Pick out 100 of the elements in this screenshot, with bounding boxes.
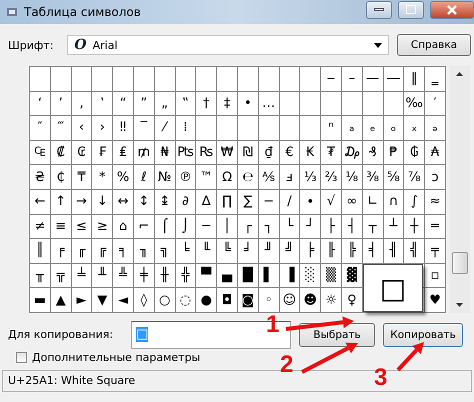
character-cell[interactable]: [300, 116, 322, 141]
character-cell[interactable]: ╗: [154, 239, 176, 264]
character-cell[interactable]: [362, 92, 384, 116]
character-cell[interactable]: [342, 92, 363, 116]
character-cell[interactable]: └: [280, 214, 300, 240]
character-cell[interactable]: ╥: [30, 264, 51, 288]
character-cell[interactable]: ‖: [404, 67, 426, 92]
character-cell[interactable]: ‾: [134, 116, 155, 141]
character-cell[interactable]: [154, 67, 176, 92]
character-cell[interactable]: ₦: [154, 140, 176, 166]
character-cell[interactable]: „: [154, 92, 176, 116]
character-cell[interactable]: [258, 67, 280, 92]
character-cell[interactable]: ‘: [30, 92, 51, 116]
character-cell[interactable]: ℗: [176, 165, 196, 190]
character-cell[interactable]: ⁞: [176, 116, 196, 141]
character-cell[interactable]: ₔ: [425, 116, 446, 141]
character-cell[interactable]: ╫: [154, 264, 176, 288]
character-cell[interactable]: [321, 92, 342, 116]
character-cell[interactable]: ←: [30, 190, 51, 215]
character-cell[interactable]: ⅜: [362, 165, 384, 190]
character-cell[interactable]: [280, 92, 300, 116]
character-cell[interactable]: [384, 92, 404, 116]
character-cell[interactable]: ⅞: [404, 165, 426, 190]
scroll-thumb[interactable]: [452, 252, 468, 274]
character-cell[interactable]: “: [113, 92, 134, 116]
character-cell[interactable]: ₧: [176, 140, 196, 166]
character-cell[interactable]: %: [113, 165, 134, 190]
character-cell[interactable]: ╧: [72, 264, 92, 288]
character-cell[interactable]: [217, 116, 238, 141]
character-cell[interactable]: ≡: [50, 214, 72, 240]
character-cell[interactable]: №: [154, 165, 176, 190]
character-cell[interactable]: ╙: [196, 239, 218, 264]
character-cell[interactable]: ∆: [196, 190, 218, 215]
character-cell[interactable]: ₩: [217, 140, 238, 166]
character-cell[interactable]: ↄ: [425, 165, 446, 190]
character-cell[interactable]: ╚: [217, 239, 238, 264]
character-cell[interactable]: ⁿ: [321, 116, 342, 141]
character-cell[interactable]: ┘: [300, 214, 322, 240]
character-cell[interactable]: ☻: [300, 288, 322, 313]
character-cell[interactable]: –: [342, 67, 363, 92]
character-cell[interactable]: ₫: [258, 140, 280, 166]
character-cell[interactable]: [176, 67, 196, 92]
character-cell[interactable]: →: [72, 190, 92, 215]
character-cell[interactable]: ₑ: [362, 116, 384, 141]
character-cell[interactable]: [238, 67, 259, 92]
character-cell[interactable]: ║: [30, 239, 51, 264]
character-cell[interactable]: [217, 67, 238, 92]
character-cell[interactable]: ▬: [30, 288, 51, 313]
character-cell[interactable]: ☺: [280, 288, 300, 313]
character-cell[interactable]: ╬: [176, 264, 196, 288]
character-cell[interactable]: ●: [196, 288, 218, 313]
character-cell[interactable]: ™: [196, 165, 218, 190]
character-cell[interactable]: ◌: [176, 288, 196, 313]
character-cell[interactable]: ₤: [113, 140, 134, 166]
character-cell[interactable]: √: [321, 190, 342, 215]
character-cell[interactable]: ─: [196, 214, 218, 240]
character-cell[interactable]: ‴: [50, 116, 72, 141]
character-cell[interactable]: ◄: [113, 288, 134, 313]
character-cell[interactable]: †: [196, 92, 218, 116]
character-cell[interactable]: [196, 116, 218, 141]
character-cell[interactable]: Ω: [217, 165, 238, 190]
character-cell[interactable]: ⁄: [154, 116, 176, 141]
scroll-up-icon[interactable]: [456, 72, 464, 76]
character-cell[interactable]: ┼: [404, 214, 426, 240]
character-cell[interactable]: ╒: [50, 239, 72, 264]
character-cell[interactable]: ′: [425, 92, 446, 116]
character-cell[interactable]: ―: [384, 67, 404, 92]
maximize-button[interactable]: [398, 0, 424, 18]
character-cell[interactable]: ‼: [113, 116, 134, 141]
character-cell[interactable]: ▄: [217, 264, 238, 288]
character-cell[interactable]: ◘: [217, 288, 238, 313]
scroll-down-icon[interactable]: [456, 302, 464, 307]
character-cell[interactable]: ╔: [92, 239, 114, 264]
character-cell[interactable]: ┐: [258, 214, 280, 240]
character-cell[interactable]: │: [217, 214, 238, 240]
character-cell[interactable]: ▀: [196, 264, 218, 288]
character-cell[interactable]: ₢: [72, 140, 92, 166]
character-cell[interactable]: ₒ: [384, 116, 404, 141]
character-cell[interactable]: ℮: [238, 165, 259, 190]
character-cell[interactable]: ☼: [321, 288, 342, 313]
character-cell[interactable]: ╕: [113, 239, 134, 264]
character-cell[interactable]: ╛: [238, 239, 259, 264]
character-cell[interactable]: [280, 67, 300, 92]
character-cell[interactable]: ░: [300, 264, 322, 288]
character-cell[interactable]: ≥: [92, 214, 114, 240]
character-cell[interactable]: ═: [425, 214, 446, 240]
help-button[interactable]: Справка: [397, 34, 471, 56]
character-cell[interactable]: ₸: [72, 165, 92, 190]
character-cell[interactable]: ∂: [176, 190, 196, 215]
character-cell[interactable]: ╓: [72, 239, 92, 264]
character-cell[interactable]: ↕: [134, 190, 155, 215]
character-cell[interactable]: ∞: [342, 190, 363, 215]
character-cell[interactable]: ↨: [154, 190, 176, 215]
character-cell[interactable]: ╪: [134, 264, 155, 288]
character-cell[interactable]: ∑: [238, 190, 259, 215]
character-cell[interactable]: [113, 67, 134, 92]
character-cell[interactable]: ╤: [425, 239, 446, 264]
character-cell[interactable]: ₴: [30, 165, 51, 190]
character-cell[interactable]: ₯: [342, 140, 363, 166]
character-cell[interactable]: ≈: [425, 190, 446, 215]
